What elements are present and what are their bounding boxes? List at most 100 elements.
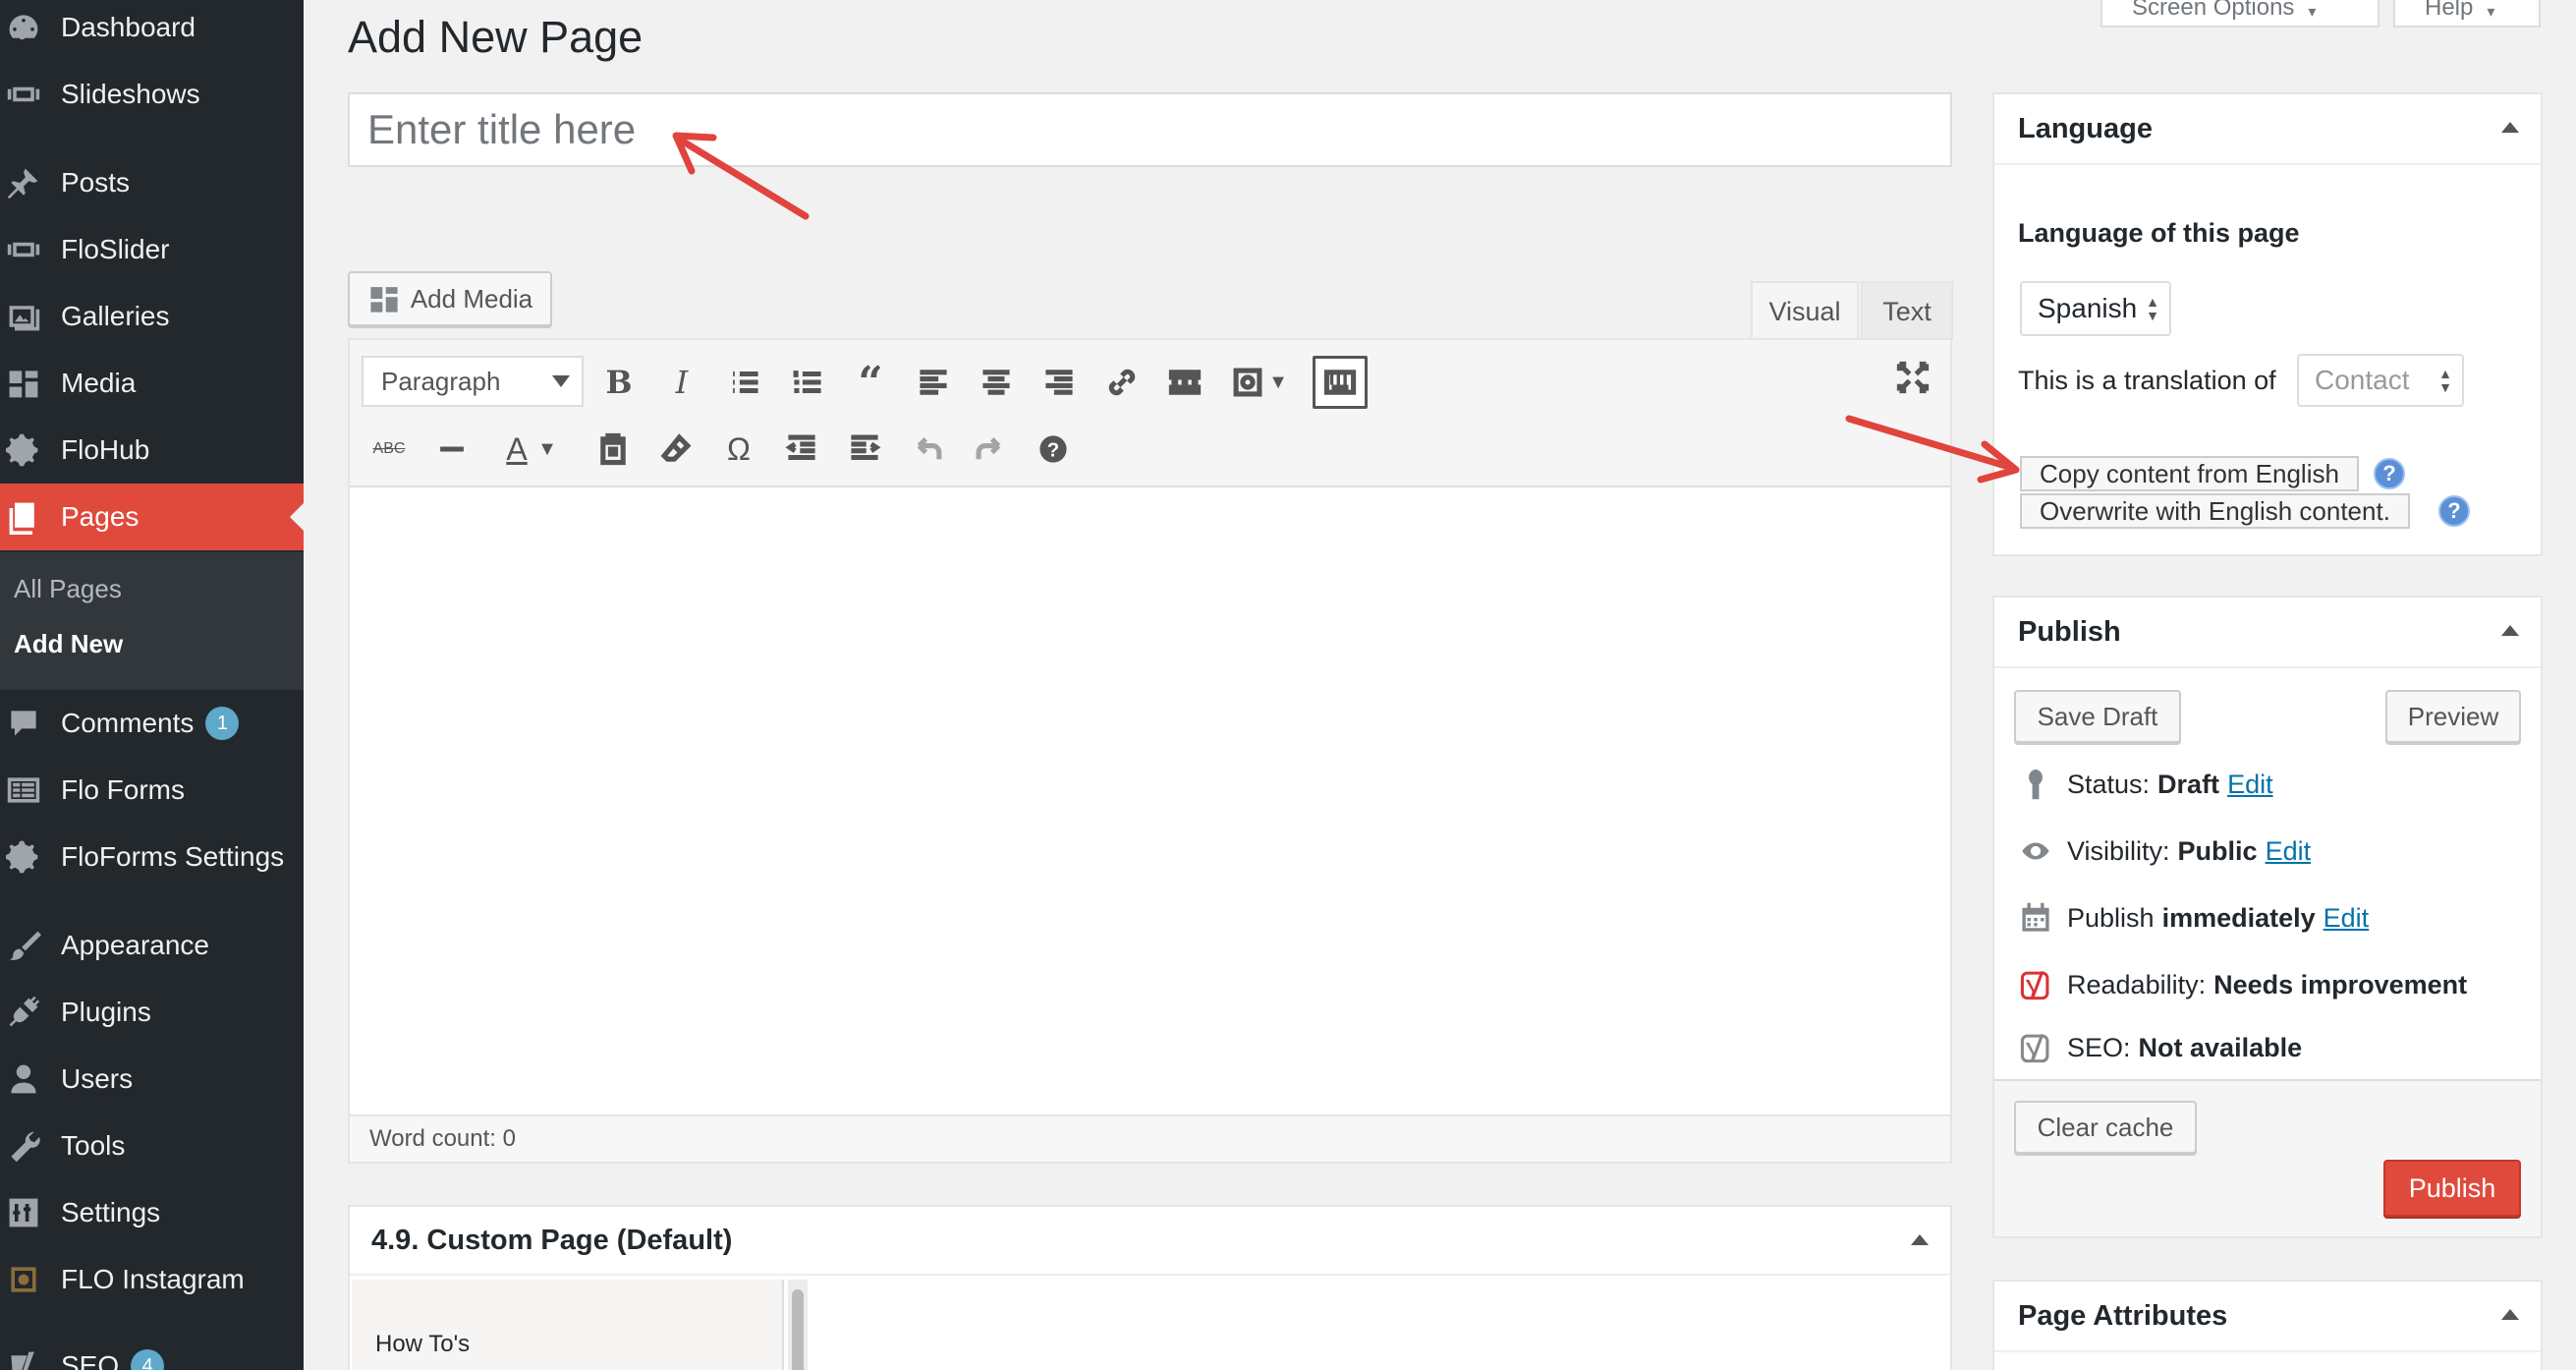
seo-row: SEO: Not available — [2018, 1030, 2302, 1065]
sidebar-item-dashboard[interactable]: Dashboard — [0, 0, 304, 61]
submenu-all-pages[interactable]: All Pages — [14, 574, 122, 604]
sidebar-item-galleries[interactable]: Galleries — [0, 283, 304, 350]
scrollbar-thumb[interactable] — [792, 1289, 804, 1370]
format-select[interactable]: Paragraph — [362, 356, 584, 407]
seo-count-badge: 4 — [131, 1349, 165, 1370]
screen-options-tab[interactable]: Screen Options ▾ — [2100, 0, 2380, 28]
outdent-icon — [785, 434, 815, 461]
yoast-seo-icon — [2018, 1030, 2053, 1065]
yoast-icon — [0, 1333, 61, 1370]
fullscreen-button[interactable] — [1893, 358, 1932, 397]
edit-publish-date-link[interactable]: Edit — [2324, 903, 2370, 934]
publish-button[interactable]: Publish — [2383, 1160, 2521, 1217]
visibility-row: Visibility: Public Edit — [2018, 833, 2311, 869]
sidebar-item-settings[interactable]: Settings — [0, 1179, 304, 1246]
instagram-dropdown-button[interactable]: ▼ — [1263, 356, 1293, 409]
align-center-button[interactable] — [969, 356, 1024, 409]
horizontal-line-button[interactable] — [424, 423, 479, 476]
language-label: Language of this page — [2018, 218, 2300, 248]
sidebar-item-posts[interactable]: Posts — [0, 149, 304, 216]
help-label: Help — [2425, 0, 2474, 21]
read-more-button[interactable] — [1157, 356, 1212, 409]
sidebar-item-flo-instagram[interactable]: FLO Instagram — [0, 1246, 304, 1313]
align-right-button[interactable] — [1032, 356, 1087, 409]
collapse-arrow-icon[interactable] — [2501, 625, 2519, 636]
scrollbar[interactable] — [788, 1280, 808, 1370]
list-item[interactable]: How To's — [375, 1331, 470, 1358]
indent-button[interactable] — [837, 423, 892, 476]
clear-formatting-button[interactable] — [648, 423, 703, 476]
sidebar-item-media[interactable]: Media — [0, 350, 304, 417]
pin-icon — [2018, 767, 2053, 802]
add-media-button[interactable]: Add Media — [348, 271, 552, 326]
sidebar-item-floslider[interactable]: FloSlider — [0, 216, 304, 283]
redo-button[interactable] — [963, 423, 1018, 476]
sidebar-item-label: Dashboard — [61, 12, 196, 42]
italic-button[interactable]: I — [654, 356, 709, 409]
undo-button[interactable] — [900, 423, 955, 476]
overwrite-content-button[interactable]: Overwrite with English content. — [2020, 493, 2410, 529]
bold-button[interactable]: B — [591, 356, 646, 409]
align-left-button[interactable] — [906, 356, 961, 409]
publish-box-title: Publish — [1994, 598, 2541, 668]
sidebar-item-users[interactable]: Users — [0, 1046, 304, 1113]
editor-content-area[interactable] — [350, 489, 1950, 1079]
collapse-arrow-icon[interactable] — [1911, 1234, 1929, 1245]
calendar-icon — [2018, 900, 2053, 936]
language-select[interactable]: Spanish ▲ ▼ — [2020, 281, 2171, 336]
tab-visual[interactable]: Visual — [1751, 281, 1859, 340]
bullet-list-button[interactable] — [717, 356, 772, 409]
edit-status-link[interactable]: Edit — [2227, 770, 2273, 800]
text-color-dropdown-button[interactable]: ▼ — [532, 423, 562, 476]
sidebar-item-pages[interactable]: Pages — [0, 484, 304, 550]
insert-link-button[interactable] — [1094, 356, 1149, 409]
sidebar-item-plugins[interactable]: Plugins — [0, 979, 304, 1046]
blockquote-button[interactable]: “ — [843, 356, 898, 409]
edit-visibility-link[interactable]: Edit — [2266, 836, 2312, 867]
keyboard-shortcuts-button[interactable]: ? — [1026, 423, 1081, 476]
help-icon[interactable]: ? — [2438, 495, 2470, 527]
clipboard-icon — [600, 432, 626, 466]
special-character-button[interactable]: Ω — [711, 423, 766, 476]
sidebar-item-comments[interactable]: Comments 1 — [0, 690, 304, 757]
strikethrough-button[interactable]: ABC — [362, 423, 417, 476]
custom-page-list: How To's — [352, 1280, 784, 1370]
help-icon[interactable]: ? — [2374, 458, 2405, 489]
translation-select[interactable]: Contact ▲ ▼ — [2297, 354, 2464, 407]
outdent-button[interactable] — [774, 423, 829, 476]
collapse-arrow-icon[interactable] — [2501, 1309, 2519, 1320]
save-draft-button[interactable]: Save Draft — [2014, 690, 2181, 743]
sidebar-item-label: FLO Instagram — [61, 1264, 245, 1294]
sidebar-item-flo-forms[interactable]: Flo Forms — [0, 757, 304, 824]
paste-as-text-button[interactable] — [586, 423, 641, 476]
sidebar-item-tools[interactable]: Tools — [0, 1113, 304, 1179]
plug-icon — [0, 979, 61, 1046]
publish-label: Publish — [2067, 902, 2155, 933]
submenu-add-new[interactable]: Add New — [14, 629, 123, 659]
tab-text[interactable]: Text — [1861, 281, 1953, 340]
sidebar-item-label: Plugins — [61, 997, 151, 1027]
publish-actions: Clear cache Publish — [1994, 1079, 2541, 1236]
strikethrough-icon: ABC — [372, 440, 406, 457]
user-icon — [0, 1046, 61, 1113]
instagram-icon — [0, 1246, 61, 1313]
sidebar-item-seo[interactable]: SEO 4 — [0, 1333, 304, 1370]
align-left-icon — [920, 370, 947, 395]
clear-cache-button[interactable]: Clear cache — [2014, 1101, 2197, 1154]
custom-page-box: 4.9. Custom Page (Default) How To's — [348, 1205, 1952, 1370]
help-tab[interactable]: Help ▾ — [2393, 0, 2541, 28]
language-select-value: Spanish — [2038, 293, 2138, 323]
copy-content-button[interactable]: Copy content from English — [2020, 456, 2359, 491]
preview-button[interactable]: Preview — [2385, 690, 2521, 743]
toolbar-toggle-button[interactable] — [1313, 356, 1368, 409]
post-title-input[interactable] — [348, 92, 1952, 167]
add-media-label: Add Media — [410, 283, 533, 314]
sidebar-item-label: FloSlider — [61, 234, 170, 264]
sidebar-item-flohub[interactable]: FloHub — [0, 417, 304, 484]
sidebar-item-appearance[interactable]: Appearance — [0, 912, 304, 979]
sidebar-item-slideshows[interactable]: Slideshows — [0, 61, 304, 128]
collapse-arrow-icon[interactable] — [2501, 122, 2519, 133]
sidebar-item-floforms-settings[interactable]: FloForms Settings — [0, 824, 304, 890]
wrench-icon — [0, 1113, 61, 1179]
numbered-list-button[interactable] — [780, 356, 835, 409]
